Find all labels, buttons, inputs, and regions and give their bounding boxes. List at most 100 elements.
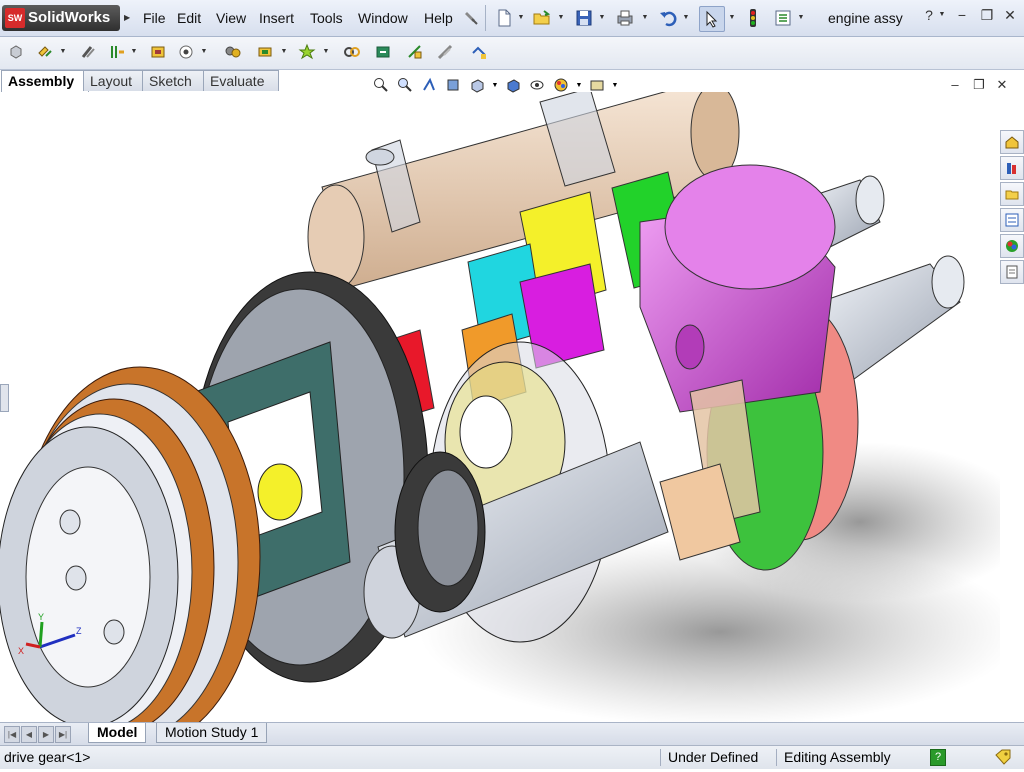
options-icon[interactable] (771, 6, 795, 30)
separator (485, 5, 486, 31)
mate-dropdown-icon[interactable]: ▼ (59, 41, 67, 63)
tab-sketch[interactable]: Sketch (142, 70, 206, 91)
rebuild-traffic-light-icon[interactable] (741, 6, 765, 30)
command-manager: ▼ ▼ ▼ ▼ ▼ (0, 37, 1024, 70)
tab-assembly[interactable]: Assembly (1, 70, 89, 92)
exploded-view-icon[interactable] (372, 41, 394, 63)
close-button[interactable]: ✕ (999, 5, 1021, 25)
explode-line-sketch-icon[interactable] (404, 41, 426, 63)
engine-assembly-model[interactable]: Z Y X (0, 92, 1000, 722)
hide-show-icon[interactable] (526, 76, 548, 94)
insert-components-icon[interactable] (5, 41, 27, 63)
save-icon[interactable] (572, 6, 596, 30)
fasteners-dropdown-icon[interactable]: ▼ (130, 41, 138, 63)
display-style-icon[interactable] (502, 76, 524, 94)
show-hidden-icon[interactable] (175, 41, 197, 63)
viewport-minimize-button[interactable]: – (946, 78, 964, 92)
scene-dropdown-icon[interactable]: ▼ (610, 76, 620, 94)
solidworks-logo[interactable]: SW SolidWorks (2, 5, 120, 31)
undo-icon[interactable] (656, 6, 680, 30)
menu-view[interactable]: View (216, 0, 246, 36)
open-folder-icon[interactable] (530, 6, 554, 30)
viewport-close-button[interactable]: ✕ (993, 78, 1011, 92)
first-tab-nav-icon[interactable]: |◀ (4, 726, 20, 743)
interference-detection-icon[interactable] (434, 41, 456, 63)
view-orientation-icon[interactable] (466, 76, 488, 94)
reference-geometry-icon[interactable] (254, 41, 276, 63)
minimize-button[interactable]: − (951, 5, 973, 25)
logo-flyout-icon[interactable]: ▶ (124, 5, 136, 31)
pressure-plate[interactable] (0, 426, 179, 722)
status-separator (660, 749, 661, 766)
drive-gear[interactable] (394, 451, 486, 613)
help-button[interactable]: ? (918, 5, 940, 25)
design-library-icon[interactable] (1000, 156, 1024, 180)
triad-y-label: Y (38, 612, 44, 622)
tab-evaluate[interactable]: Evaluate (203, 70, 279, 91)
show-hidden-dropdown-icon[interactable]: ▼ (200, 41, 208, 63)
new-document-icon[interactable] (492, 6, 516, 30)
status-selection: drive gear<1> (4, 749, 91, 765)
appearance-dropdown-icon[interactable]: ▼ (574, 76, 584, 94)
undo-dropdown-icon[interactable]: ▼ (682, 6, 690, 30)
section-view-icon[interactable] (442, 76, 464, 94)
home-icon[interactable] (1000, 130, 1024, 154)
print-dropdown-icon[interactable]: ▼ (641, 6, 649, 30)
feature-manager-expand-handle[interactable] (0, 384, 9, 412)
save-dropdown-icon[interactable]: ▼ (598, 6, 606, 30)
menu-insert[interactable]: Insert (259, 0, 294, 36)
document-title: engine assy (828, 10, 903, 26)
open-dropdown-icon[interactable]: ▼ (557, 6, 565, 30)
zoom-to-fit-icon[interactable] (370, 76, 392, 94)
select-dropdown-icon[interactable]: ▼ (728, 6, 736, 30)
help-dropdown-icon[interactable]: ▼ (938, 5, 946, 25)
options-dropdown-icon[interactable]: ▼ (797, 6, 805, 30)
last-tab-nav-icon[interactable]: ▶| (55, 726, 71, 743)
apply-scene-icon[interactable] (586, 76, 608, 94)
restore-button[interactable]: ❐ (976, 5, 998, 25)
menu-tools[interactable]: Tools (310, 0, 343, 36)
menu-bar: SW SolidWorks ▶ File Edit View Insert Too… (0, 0, 1024, 37)
viewport-restore-button[interactable]: ❐ (970, 78, 988, 92)
tab-layout[interactable]: Layout (83, 70, 143, 91)
new-dropdown-icon[interactable]: ▼ (517, 6, 525, 30)
status-separator (776, 749, 777, 766)
logo-text: SolidWorks (28, 9, 111, 26)
select-arrow-icon[interactable] (699, 6, 725, 32)
smart-fasteners-icon[interactable] (106, 41, 128, 63)
linear-pattern-icon[interactable] (77, 41, 99, 63)
task-pane (1000, 130, 1024, 286)
view-orientation-dropdown-icon[interactable]: ▼ (490, 76, 500, 94)
pin-icon[interactable] (459, 6, 483, 30)
menu-window[interactable]: Window (358, 0, 408, 36)
previous-view-icon[interactable] (418, 76, 440, 94)
graphics-area[interactable]: Z Y X (0, 92, 1000, 722)
large-assembly-mode-icon[interactable] (468, 41, 490, 63)
menu-help[interactable]: Help (424, 0, 453, 36)
bottom-tab-bar: |◀ ◀ ▶ ▶| Model Motion Study 1 (0, 722, 1024, 745)
file-explorer-icon[interactable] (1000, 182, 1024, 206)
edit-appearance-icon[interactable] (550, 76, 572, 94)
mate-icon[interactable] (34, 41, 56, 63)
menu-edit[interactable]: Edit (177, 0, 201, 36)
reference-dropdown-icon[interactable]: ▼ (280, 41, 288, 63)
help-tooltip-badge[interactable]: ? (930, 749, 946, 766)
new-motion-study-icon[interactable] (296, 41, 318, 63)
tab-motion-study-1[interactable]: Motion Study 1 (156, 723, 268, 743)
menu-file[interactable]: File (143, 0, 166, 36)
appearances-icon[interactable] (1000, 234, 1024, 258)
view-palette-icon[interactable] (1000, 208, 1024, 232)
print-icon[interactable] (613, 6, 637, 30)
bill-of-materials-icon[interactable] (341, 41, 363, 63)
status-definition-state: Under Defined (668, 749, 759, 765)
motion-dropdown-icon[interactable]: ▼ (322, 41, 330, 63)
custom-properties-icon[interactable] (1000, 260, 1024, 284)
tab-model[interactable]: Model (88, 723, 147, 743)
assembly-features-icon[interactable] (222, 41, 244, 63)
triad-z-label: Z (76, 626, 82, 636)
next-tab-nav-icon[interactable]: ▶ (38, 726, 54, 743)
tag-icon[interactable] (994, 749, 1012, 765)
prev-tab-nav-icon[interactable]: ◀ (21, 726, 37, 743)
zoom-area-icon[interactable] (394, 76, 416, 94)
move-component-icon[interactable] (147, 41, 169, 63)
